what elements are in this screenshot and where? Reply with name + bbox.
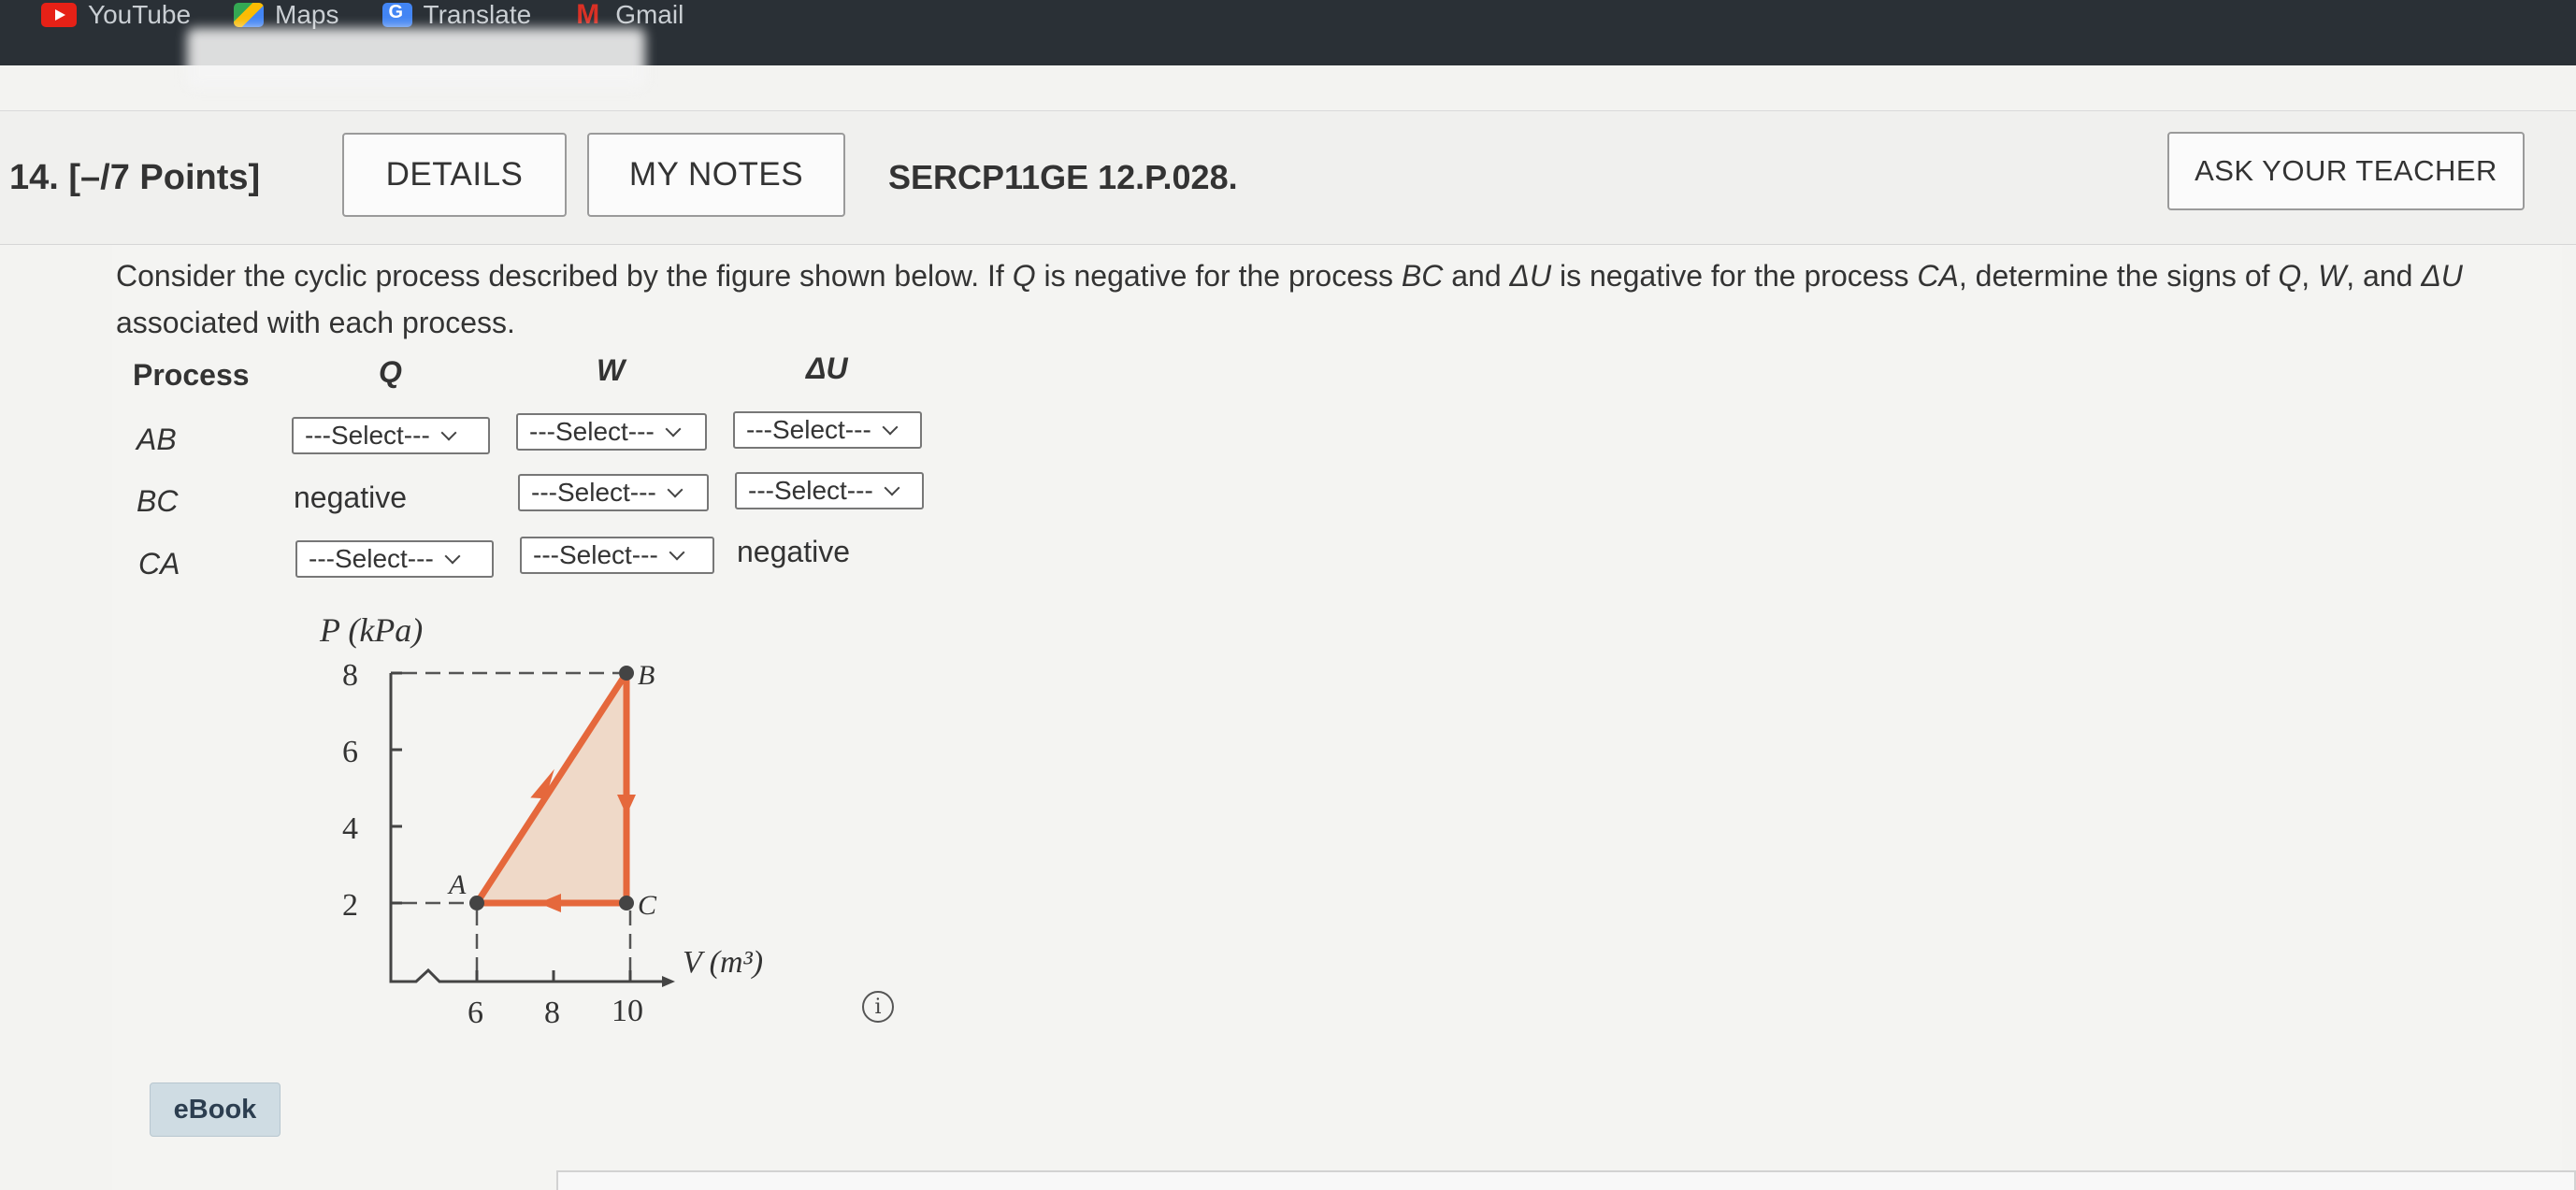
prompt-text: , (2301, 259, 2319, 293)
process-label-ca: CA (138, 547, 180, 581)
bc-q-value: negative (294, 480, 407, 514)
x-axis-label: V (m³) (683, 945, 763, 980)
point-b (619, 666, 634, 681)
select-value: ---Select--- (531, 478, 656, 507)
ab-delta-u-select[interactable]: ---Select--- (733, 411, 922, 449)
y-tick-label: 4 (342, 811, 358, 846)
prompt-text: , determine the signs of (1958, 259, 2279, 293)
select-value: ---Select--- (746, 415, 871, 444)
var-q: Q (1012, 259, 1036, 293)
gmail-icon (574, 0, 604, 31)
prompt-text: and (1443, 259, 1510, 293)
bookmark-label: Gmail (615, 0, 684, 29)
x-tick-label: 6 (468, 996, 483, 1028)
my-notes-button[interactable]: MY NOTES (587, 133, 845, 217)
ebook-button[interactable]: eBook (150, 1082, 281, 1137)
x-axis-arrow (662, 976, 675, 987)
chevron-down-icon (882, 419, 899, 436)
problem-code: SERCP11GE 12.P.028. (888, 158, 1238, 196)
bc-w-select[interactable]: ---Select--- (518, 474, 709, 511)
chevron-down-icon (665, 421, 682, 437)
screen-glare (187, 28, 645, 88)
bookmark-label: Maps (275, 0, 339, 29)
var-delta-u: ΔU (1509, 259, 1552, 293)
question-number: 14. (9, 158, 59, 197)
point-label-c: C (638, 890, 657, 921)
bookmark-youtube[interactable]: YouTube (41, 0, 191, 30)
maps-icon (234, 3, 265, 27)
x-tick-label: 8 (544, 996, 560, 1028)
y-tick-label: 2 (342, 888, 358, 923)
point-a (469, 896, 484, 910)
var-bc: BC (1401, 259, 1444, 293)
header-q: Q (379, 355, 402, 389)
prompt-text: is negative for the process (1035, 259, 1402, 293)
x-tick-label: 10 (612, 994, 643, 1028)
process-label-ab: AB (137, 423, 177, 456)
y-axis-label: P (kPa) (319, 611, 423, 649)
select-value: ---Select--- (748, 476, 873, 505)
points-label: [–/7 Points] (68, 158, 261, 197)
var-q: Q (2278, 259, 2302, 293)
pv-diagram: P (kPa) 8 6 4 2 6 8 10 V (m³) A B C (319, 611, 763, 1028)
process-label-bc: BC (137, 484, 179, 518)
prompt-text: Consider the cyclic process described by… (116, 259, 1013, 293)
youtube-icon (41, 3, 77, 27)
ab-q-select[interactable]: ---Select--- (292, 417, 490, 454)
point-label-b: B (638, 660, 655, 691)
ca-delta-u-value: negative (737, 535, 850, 568)
ca-q-select[interactable]: ---Select--- (295, 540, 494, 578)
translate-icon (381, 2, 412, 27)
prompt-text: associated with each process. (116, 306, 515, 339)
chevron-down-icon (440, 424, 457, 441)
bookmark-translate[interactable]: Translate (381, 0, 532, 30)
bookmark-gmail[interactable]: Gmail (574, 0, 684, 31)
select-value: ---Select--- (305, 421, 430, 450)
var-ca: CA (1917, 259, 1959, 293)
ca-w-select[interactable]: ---Select--- (520, 537, 714, 574)
header-process: Process (133, 358, 250, 392)
prompt-text: is negative for the process (1551, 259, 1918, 293)
chevron-down-icon (667, 481, 684, 498)
header-w: W (597, 353, 626, 387)
ab-w-select[interactable]: ---Select--- (516, 413, 707, 451)
bookmark-maps[interactable]: Maps (234, 0, 339, 30)
select-value: ---Select--- (529, 417, 655, 446)
point-c (619, 896, 634, 910)
var-delta-u: ΔU (2421, 259, 2463, 293)
question-number-points: 14. [–/7 Points] (9, 158, 260, 198)
bc-delta-u-select[interactable]: ---Select--- (735, 472, 924, 509)
point-label-a: A (447, 869, 467, 900)
details-button[interactable]: DETAILS (342, 133, 567, 217)
header-delta-u: ΔU (806, 351, 848, 385)
bookmark-label: Translate (423, 0, 532, 29)
select-value: ---Select--- (309, 544, 434, 573)
question-prompt: Consider the cyclic process described by… (116, 252, 2510, 346)
bookmark-label: YouTube (88, 0, 192, 29)
chevron-down-icon (669, 544, 685, 561)
answer-area-edge (556, 1170, 2576, 1190)
ask-your-teacher-button[interactable]: ASK YOUR TEACHER (2167, 132, 2525, 210)
question-header: 14. [–/7 Points] DETAILS MY NOTES SERCP1… (0, 110, 2576, 245)
chevron-down-icon (444, 548, 461, 565)
select-value: ---Select--- (533, 540, 658, 569)
var-w: W (2318, 259, 2347, 293)
y-tick-label: 6 (342, 735, 358, 769)
info-icon[interactable]: i (862, 991, 894, 1023)
chevron-down-icon (884, 480, 900, 496)
prompt-text: , and (2346, 259, 2422, 293)
y-tick-label: 8 (342, 658, 358, 693)
